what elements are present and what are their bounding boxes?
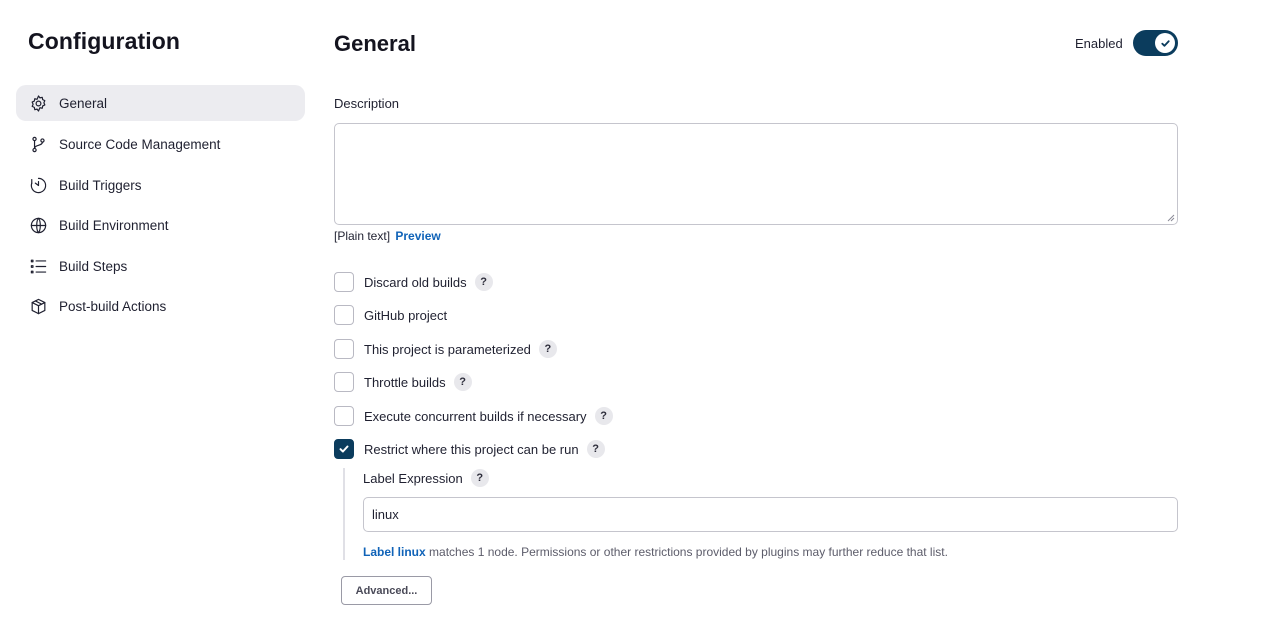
label-match-text: matches 1 node. Permissions or other res… [425, 545, 948, 559]
git-branch-icon [28, 134, 48, 154]
option-restrict-where-run: Restrict where this project can be run ? [334, 439, 605, 459]
description-format: [Plain text] Preview [334, 229, 441, 243]
enabled-toggle[interactable] [1133, 30, 1178, 56]
check-icon [339, 445, 349, 453]
gear-icon [28, 93, 48, 113]
restrict-where-run-checkbox[interactable] [334, 439, 354, 459]
option-label: GitHub project [364, 307, 448, 323]
option-label: This project is parameterized [364, 341, 531, 357]
parameterized-checkbox[interactable] [334, 339, 354, 359]
label-expression-label: Label Expression ? [363, 468, 489, 488]
help-icon[interactable]: ? [538, 340, 557, 358]
sidebar-title: Configuration [28, 28, 181, 54]
option-concurrent-builds: Execute concurrent builds if necessary ? [334, 406, 613, 426]
sidebar-item-post-build-actions[interactable]: Post-build Actions [16, 288, 305, 324]
help-icon[interactable]: ? [586, 440, 605, 458]
option-parameterized: This project is parameterized ? [334, 339, 557, 359]
page-title: General [334, 31, 416, 56]
check-icon [1160, 39, 1170, 47]
sidebar-item-label: Build Triggers [59, 177, 142, 193]
label-linux-link[interactable]: Label linux [363, 545, 426, 559]
resize-grip-icon[interactable] [1165, 212, 1175, 222]
timer-icon [28, 175, 48, 195]
option-label: Execute concurrent builds if necessary [364, 408, 587, 424]
help-icon[interactable]: ? [470, 469, 489, 487]
description-textarea[interactable] [334, 123, 1178, 225]
globe-icon [28, 215, 48, 235]
option-label: Restrict where this project can be run [364, 441, 579, 457]
preview-link[interactable]: Preview [395, 229, 440, 243]
sidebar-item-source-code-management[interactable]: Source Code Management [16, 126, 305, 162]
enabled-label: Enabled [1075, 36, 1123, 51]
list-icon [28, 256, 48, 276]
discard-old-builds-checkbox[interactable] [334, 272, 354, 292]
option-label: Discard old builds [364, 274, 467, 290]
github-project-checkbox[interactable] [334, 305, 354, 325]
nested-section-bar [343, 468, 345, 560]
sidebar-item-label: Post-build Actions [59, 298, 167, 314]
label-expression-input[interactable] [363, 497, 1178, 532]
sidebar-item-build-steps[interactable]: Build Steps [16, 248, 305, 284]
sidebar-item-label: Build Steps [59, 258, 128, 274]
label-match-message: Label linux matches 1 node. Permissions … [363, 545, 948, 559]
plain-text-label: [Plain text] [334, 229, 391, 243]
help-icon[interactable]: ? [474, 273, 493, 291]
description-label: Description [334, 96, 400, 111]
sidebar-item-label: Source Code Management [59, 136, 221, 152]
help-icon[interactable]: ? [594, 407, 613, 425]
option-discard-old-builds: Discard old builds ? [334, 272, 493, 292]
package-icon [28, 296, 48, 316]
sidebar-item-label: General [59, 95, 108, 111]
option-github-project: GitHub project [334, 305, 447, 325]
sidebar-item-label: Build Environment [59, 217, 169, 233]
advanced-button[interactable]: Advanced... [341, 576, 432, 605]
concurrent-builds-checkbox[interactable] [334, 406, 354, 426]
option-throttle-builds: Throttle builds ? [334, 372, 472, 392]
option-label: Throttle builds [364, 374, 446, 390]
throttle-builds-checkbox[interactable] [334, 372, 354, 392]
label-expression-text: Label Expression [363, 470, 463, 486]
sidebar-item-build-triggers[interactable]: Build Triggers [16, 167, 305, 203]
toggle-knob [1155, 33, 1175, 53]
sidebar-item-general[interactable]: General [16, 85, 305, 121]
help-icon[interactable]: ? [453, 373, 472, 391]
sidebar-item-build-environment[interactable]: Build Environment [16, 207, 305, 243]
